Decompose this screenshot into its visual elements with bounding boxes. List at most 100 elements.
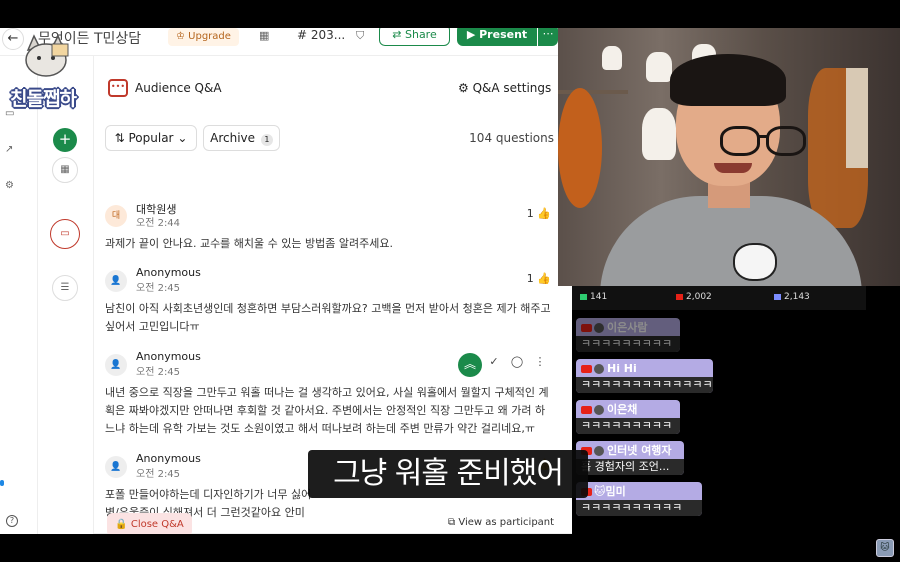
- viewer-stats: 141 2,002 2,143: [572, 286, 866, 310]
- timestamp: 오전 2:45: [136, 283, 181, 294]
- question-text: 과제가 끝이 안나요. 교수를 해치울 수 있는 방법좀 알려주세요.: [105, 237, 393, 250]
- avatar: [594, 323, 604, 333]
- leaves: [558, 88, 602, 208]
- video-subtitle: 그냥 워홀 준비했어: [308, 450, 588, 498]
- timestamp: 오전 2:44: [136, 218, 181, 229]
- youtube-icon: [676, 293, 683, 300]
- glasses-bridge: [758, 135, 768, 138]
- archive-button[interactable]: Archive 1: [203, 125, 280, 151]
- upgrade-button[interactable]: ♔ Upgrade: [168, 28, 239, 46]
- plus-icon: +: [58, 130, 72, 148]
- sort-icon: ⇅: [114, 131, 129, 145]
- chat-username: 이은사람: [607, 321, 648, 334]
- chat-username: 이은채: [607, 403, 638, 416]
- letterbox-bottom: [0, 534, 900, 562]
- streamer-webcam: [558, 28, 900, 286]
- qa-title: Audience Q&A: [135, 81, 222, 95]
- crown-icon: ♔: [176, 31, 189, 42]
- author-name: Anonymous: [136, 452, 201, 465]
- close-qa-button[interactable]: 🔒 Close Q&A: [107, 513, 192, 534]
- close-qa-label: Close Q&A: [130, 519, 184, 530]
- check-icon[interactable]: ✓: [485, 355, 503, 368]
- platform-icon: [774, 293, 781, 300]
- video-frame: ← 무엇이든 T민상담 ♔ Upgrade ▦ # 203... ⛉ ⇄ Sha…: [0, 28, 900, 534]
- status-indicator: [0, 480, 4, 486]
- chat-user: 이은사람: [581, 320, 675, 336]
- share-button[interactable]: ⇄ Share: [379, 28, 450, 46]
- youtube-icon: [581, 324, 592, 332]
- calendar-icon[interactable]: ▦: [259, 29, 269, 42]
- figurine: [602, 46, 622, 70]
- sort-dropdown[interactable]: ⇅ Popular ⌄: [105, 125, 197, 151]
- channel-logo: 친돌쨉하: [8, 34, 86, 112]
- chat-message: 이은사람 ㅋㅋㅋㅋㅋㅋㅋㅋㅋ: [576, 318, 680, 352]
- add-button[interactable]: +: [53, 128, 77, 152]
- present-button[interactable]: ▶ Present: [457, 28, 537, 46]
- author-name: Anonymous: [136, 266, 201, 279]
- present-icon: ▶: [466, 28, 480, 41]
- archive-count-badge: 1: [260, 134, 273, 146]
- chat-user: 이은채: [581, 402, 675, 418]
- gear-icon[interactable]: ⚙: [5, 180, 17, 192]
- shield-icon[interactable]: ⛉: [356, 29, 364, 43]
- youtube-icon: [581, 365, 592, 373]
- reply-icon[interactable]: ◯: [508, 355, 526, 368]
- like-button[interactable]: 1 👍: [527, 272, 551, 285]
- qa-settings-button[interactable]: ⚙ Q&A settings: [458, 81, 551, 95]
- help-icon[interactable]: ?: [6, 515, 18, 527]
- double-chevron-up-icon: ︽: [463, 357, 476, 371]
- figurine: [642, 108, 676, 160]
- more-vertical-icon[interactable]: ⋮: [531, 355, 549, 368]
- list-icon[interactable]: ☰: [52, 275, 78, 301]
- chat-user: 🐱밈미: [581, 484, 697, 500]
- anonymous-avatar-icon: 👤: [105, 456, 127, 478]
- thumbs-up-icon: 👍: [537, 272, 551, 285]
- chat-text: 홀 경험자의 조언...: [576, 459, 684, 475]
- share-label: Share: [404, 28, 437, 41]
- avatar: [594, 364, 604, 374]
- chat-message: 🐱밈미 ㅋㅋㅋㅋㅋㅋㅋㅋㅋㅋ: [576, 482, 702, 516]
- more-vertical-icon: ⋯: [542, 28, 554, 40]
- trend-icon[interactable]: ↗: [5, 144, 17, 156]
- present-more-button[interactable]: ⋯: [538, 28, 558, 46]
- stat-value: 141: [590, 292, 608, 302]
- glasses-left: [720, 126, 760, 156]
- channel-badge-icon: 🐱: [876, 539, 894, 557]
- tools-panel: + ▦ ▭ ☰: [38, 56, 94, 534]
- like-count: 1: [526, 207, 534, 220]
- viewer-stat-total: 141: [580, 292, 607, 302]
- qa-settings-label: Q&A settings: [472, 81, 552, 95]
- ribbon-banner: [846, 68, 868, 168]
- chat-username: 🐱밈미: [594, 485, 626, 498]
- chat-username: 인터넷 여행자: [607, 444, 672, 457]
- apps-icon[interactable]: ▦: [52, 157, 78, 183]
- share-icon: ⇄: [392, 28, 405, 41]
- chat-message: Hi Hi ㅋㅋㅋㅋㅋㅋㅋㅋㅋㅋㅋㅋㅋ: [576, 359, 713, 393]
- chat-message: 인터넷 여행자 홀 경험자의 조언...: [576, 441, 684, 475]
- like-button[interactable]: 1 👍: [527, 207, 551, 220]
- view-as-participant-button[interactable]: ⧉ View as participant: [448, 517, 554, 528]
- youtube-icon: [581, 406, 592, 414]
- timestamp: 오전 2:45: [136, 367, 181, 378]
- avatar: [594, 405, 604, 415]
- question-actions: ︽ ✓ ◯ ⋮: [458, 353, 553, 377]
- room-code-value: 203...: [310, 28, 346, 42]
- speech-bubble-icon: •••: [108, 79, 128, 97]
- anonymous-avatar-icon: 👤: [105, 354, 127, 376]
- chat-text: ㅋㅋㅋㅋㅋㅋㅋㅋㅋ: [576, 418, 680, 434]
- qa-chat-icon[interactable]: ▭: [50, 219, 80, 249]
- like-count: 1: [526, 272, 534, 285]
- chat-text: ㅋㅋㅋㅋㅋㅋㅋㅋㅋㅋㅋㅋㅋ: [576, 377, 713, 393]
- lock-icon: 🔒: [115, 519, 131, 530]
- live-chat: 141 2,002 2,143 이은사람 ㅋㅋㅋㅋㅋㅋㅋㅋㅋ Hi Hi ㅋㅋㅋ…: [572, 286, 900, 534]
- avatar: 대: [105, 205, 127, 227]
- avatar: [594, 446, 604, 456]
- present-label: Present: [479, 28, 528, 41]
- hash-icon: #: [297, 28, 311, 42]
- figurine: [646, 52, 672, 82]
- room-code: # 203...: [297, 28, 345, 42]
- chat-text: ㅋㅋㅋㅋㅋㅋㅋㅋㅋㅋ: [576, 500, 702, 516]
- glasses-right: [766, 126, 806, 156]
- highlight-button[interactable]: ︽: [458, 353, 482, 377]
- thumbs-up-icon: 👍: [537, 207, 551, 220]
